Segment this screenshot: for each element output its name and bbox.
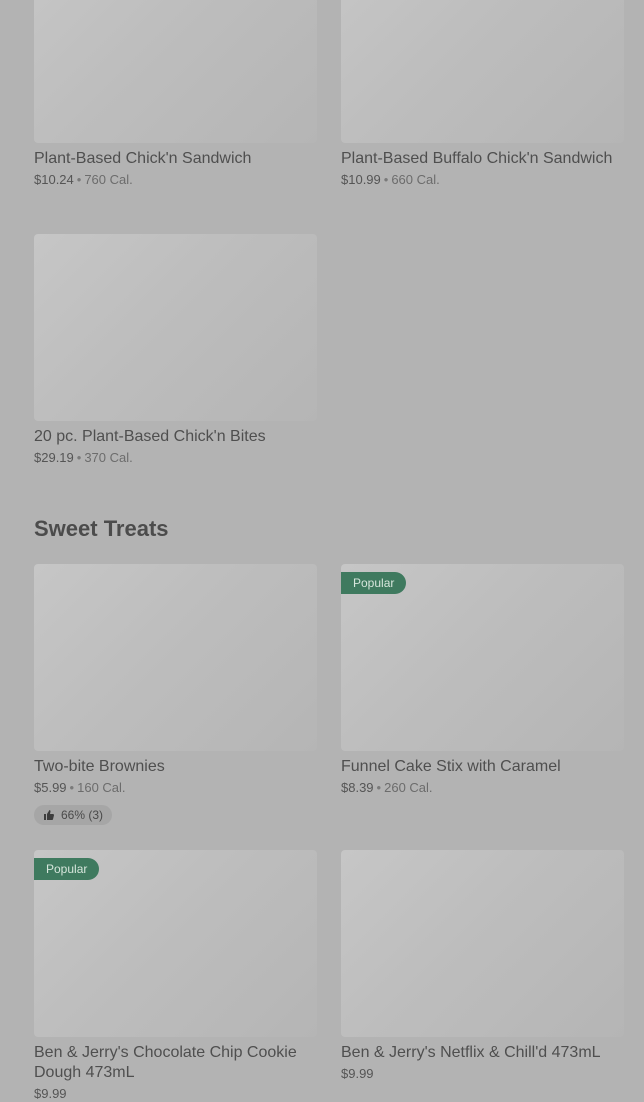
item-meta: $10.99 • 660 Cal. xyxy=(341,172,624,188)
item-meta: $9.99 xyxy=(34,1086,317,1102)
item-price: $10.24 xyxy=(34,172,74,187)
menu-item-card[interactable]: Popular Funnel Cake Stix with Caramel $8… xyxy=(341,564,624,826)
item-image[interactable] xyxy=(341,850,624,1037)
menu-item-card[interactable]: Plant-Based Buffalo Chick'n Sandwich $10… xyxy=(341,0,624,188)
item-name: Ben & Jerry's Netflix & Chill'd 473mL xyxy=(341,1044,601,1061)
rating-badge: 66% (3) xyxy=(34,805,113,825)
thumbs-up-icon xyxy=(44,810,55,820)
menu-item-card[interactable]: Ben & Jerry's Netflix & Chill'd 473mL $9… xyxy=(341,850,624,1102)
menu-grid-row2: 20 pc. Plant-Based Chick'n Bites $29.19 •… xyxy=(34,234,624,466)
meta-separator: • xyxy=(383,172,389,187)
item-name: Two-bite Brownies xyxy=(34,758,165,775)
item-calories: 660 Cal. xyxy=(391,172,440,187)
sweet-treats-grid-row2: Popular Ben & Jerry's Chocolate Chip Coo… xyxy=(34,850,624,1102)
item-price: $8.39 xyxy=(341,780,374,795)
item-price: $29.19 xyxy=(34,450,74,465)
rating-value: 66% (3) xyxy=(61,808,104,822)
item-price: $10.99 xyxy=(341,172,381,187)
meta-separator: • xyxy=(69,780,75,795)
menu-grid-top: Plant-Based Chick'n Sandwich $10.24 • 760 … xyxy=(34,0,624,188)
item-meta: $5.99 • 160 Cal. xyxy=(34,780,317,796)
item-calories: 160 Cal. xyxy=(77,780,126,795)
item-image[interactable] xyxy=(341,0,624,143)
popular-badge: Popular xyxy=(34,858,100,880)
meta-separator: • xyxy=(76,450,82,465)
meta-separator: • xyxy=(76,172,82,187)
meta-separator: • xyxy=(376,780,382,795)
popular-badge: Popular xyxy=(341,572,407,594)
menu-item-card[interactable]: Plant-Based Chick'n Sandwich $10.24 • 760 … xyxy=(34,0,317,188)
item-name: 20 pc. Plant-Based Chick'n Bites xyxy=(34,428,266,445)
item-meta: $9.99 xyxy=(341,1066,624,1082)
menu-item-card[interactable]: Two-bite Brownies $5.99 • 160 Cal. 66% (3) xyxy=(34,564,317,826)
menu-item-card[interactable]: 20 pc. Plant-Based Chick'n Bites $29.19 •… xyxy=(34,234,317,466)
item-image[interactable]: Popular xyxy=(341,564,624,751)
item-image[interactable] xyxy=(34,234,317,421)
item-name: Plant-Based Chick'n Sandwich xyxy=(34,150,252,167)
item-meta: $10.24 • 760 Cal. xyxy=(34,172,317,188)
item-image[interactable]: Popular xyxy=(34,850,317,1037)
menu-item-card[interactable]: Popular Ben & Jerry's Chocolate Chip Coo… xyxy=(34,850,317,1102)
item-image[interactable] xyxy=(34,564,317,751)
item-name: Ben & Jerry's Chocolate Chip Cookie Doug… xyxy=(34,1044,297,1081)
item-meta: $8.39 • 260 Cal. xyxy=(341,780,624,796)
item-calories: 760 Cal. xyxy=(84,172,133,187)
item-name: Plant-Based Buffalo Chick'n Sandwich xyxy=(341,150,613,167)
item-image[interactable] xyxy=(34,0,317,143)
sweet-treats-grid: Two-bite Brownies $5.99 • 160 Cal. 66% (3)… xyxy=(34,564,624,826)
item-calories: 370 Cal. xyxy=(84,450,133,465)
item-price: $9.99 xyxy=(34,1086,67,1101)
item-price: $5.99 xyxy=(34,780,67,795)
item-price: $9.99 xyxy=(341,1066,374,1081)
item-name: Funnel Cake Stix with Caramel xyxy=(341,758,561,775)
item-calories: 260 Cal. xyxy=(384,780,433,795)
item-meta: $29.19 • 370 Cal. xyxy=(34,450,317,466)
section-title: Sweet Treats xyxy=(34,516,169,541)
